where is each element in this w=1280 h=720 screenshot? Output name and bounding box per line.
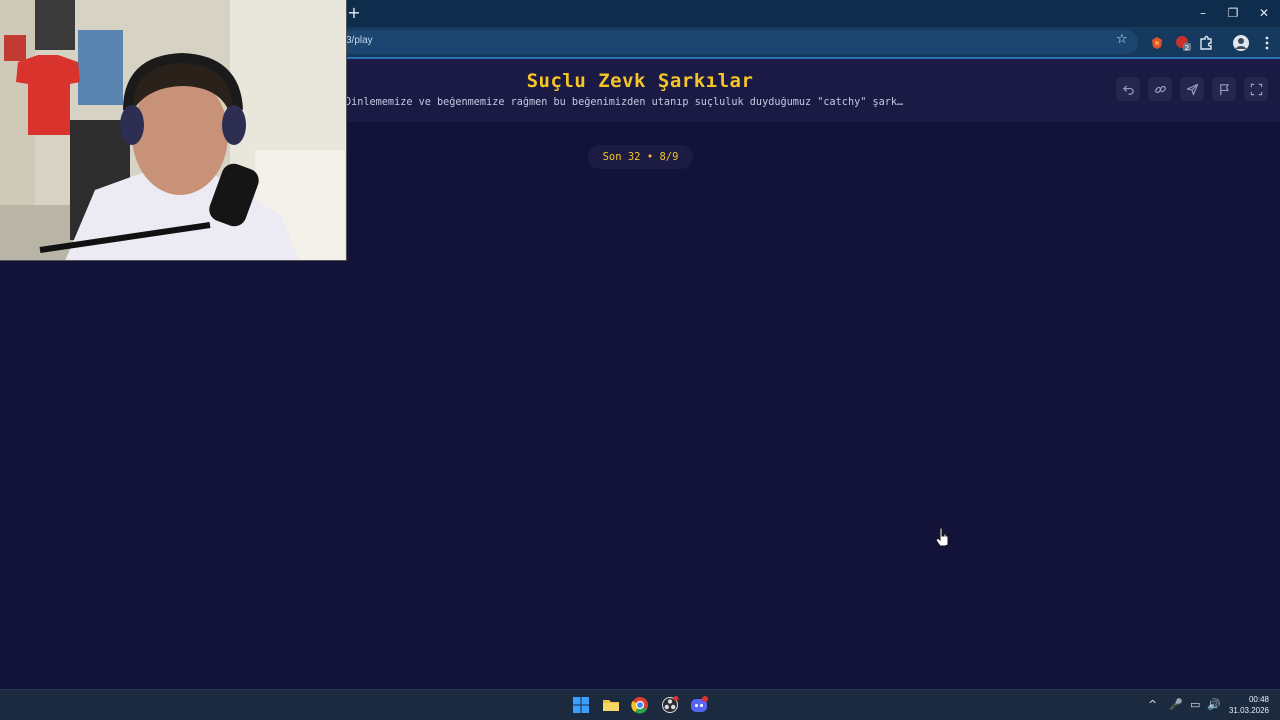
send-button[interactable] — [1180, 77, 1204, 101]
address-bar[interactable]: 3/play ☆ — [338, 30, 1138, 54]
file-explorer-icon[interactable] — [601, 695, 621, 715]
report-button[interactable] — [1212, 77, 1236, 101]
new-tab-button[interactable]: + — [346, 4, 362, 22]
chrome-icon[interactable] — [630, 695, 650, 715]
fullscreen-button[interactable] — [1244, 77, 1268, 101]
discord-icon[interactable] — [689, 695, 709, 715]
share-link-button[interactable] — [1148, 77, 1172, 101]
undo-icon — [1122, 84, 1134, 95]
undo-button[interactable] — [1116, 77, 1140, 101]
close-button[interactable]: ✕ — [1253, 4, 1275, 22]
extension-red-icon[interactable] — [1148, 34, 1166, 52]
hand-cursor-icon — [935, 527, 949, 547]
microphone-icon[interactable]: 🎤 — [1169, 698, 1183, 711]
webcam-overlay — [0, 0, 347, 261]
page-subtitle: Dinlememize ve beğenmemize rağmen bu beğ… — [345, 97, 904, 108]
profile-icon[interactable] — [1232, 34, 1250, 52]
maximize-button[interactable]: ❐ — [1222, 4, 1244, 22]
star-icon[interactable]: ☆ — [1116, 32, 1128, 47]
fullscreen-icon — [1250, 83, 1262, 95]
windows-taskbar: ^ 🎤 ▭ 🔊 00:48 31.03.2026 — [0, 689, 1280, 720]
tray-overflow-chevron-icon[interactable]: ^ — [1148, 698, 1157, 711]
volume-icon[interactable]: 🔊 — [1207, 698, 1221, 711]
puzzle-icon[interactable] — [1197, 34, 1215, 52]
send-icon — [1186, 83, 1198, 95]
extension-badge-count: 2 — [1185, 44, 1189, 52]
minimize-button[interactable]: – — [1192, 4, 1214, 22]
menu-icon[interactable] — [1258, 34, 1276, 52]
windows-start-icon[interactable] — [571, 695, 591, 715]
network-icon[interactable]: ▭ — [1190, 698, 1200, 711]
streamer-webcam-image — [0, 0, 346, 260]
url-text[interactable]: 3/play — [346, 35, 373, 46]
extension-badge-icon[interactable]: 2 — [1174, 34, 1192, 52]
taskbar-clock-date[interactable]: 31.03.2026 — [1221, 706, 1269, 715]
link-icon — [1154, 85, 1166, 93]
round-progress-badge: Son 32 • 8/9 — [588, 145, 693, 169]
taskbar-clock-time[interactable]: 00:48 — [1229, 695, 1269, 704]
obs-icon[interactable] — [660, 695, 680, 715]
flag-icon — [1219, 83, 1229, 95]
